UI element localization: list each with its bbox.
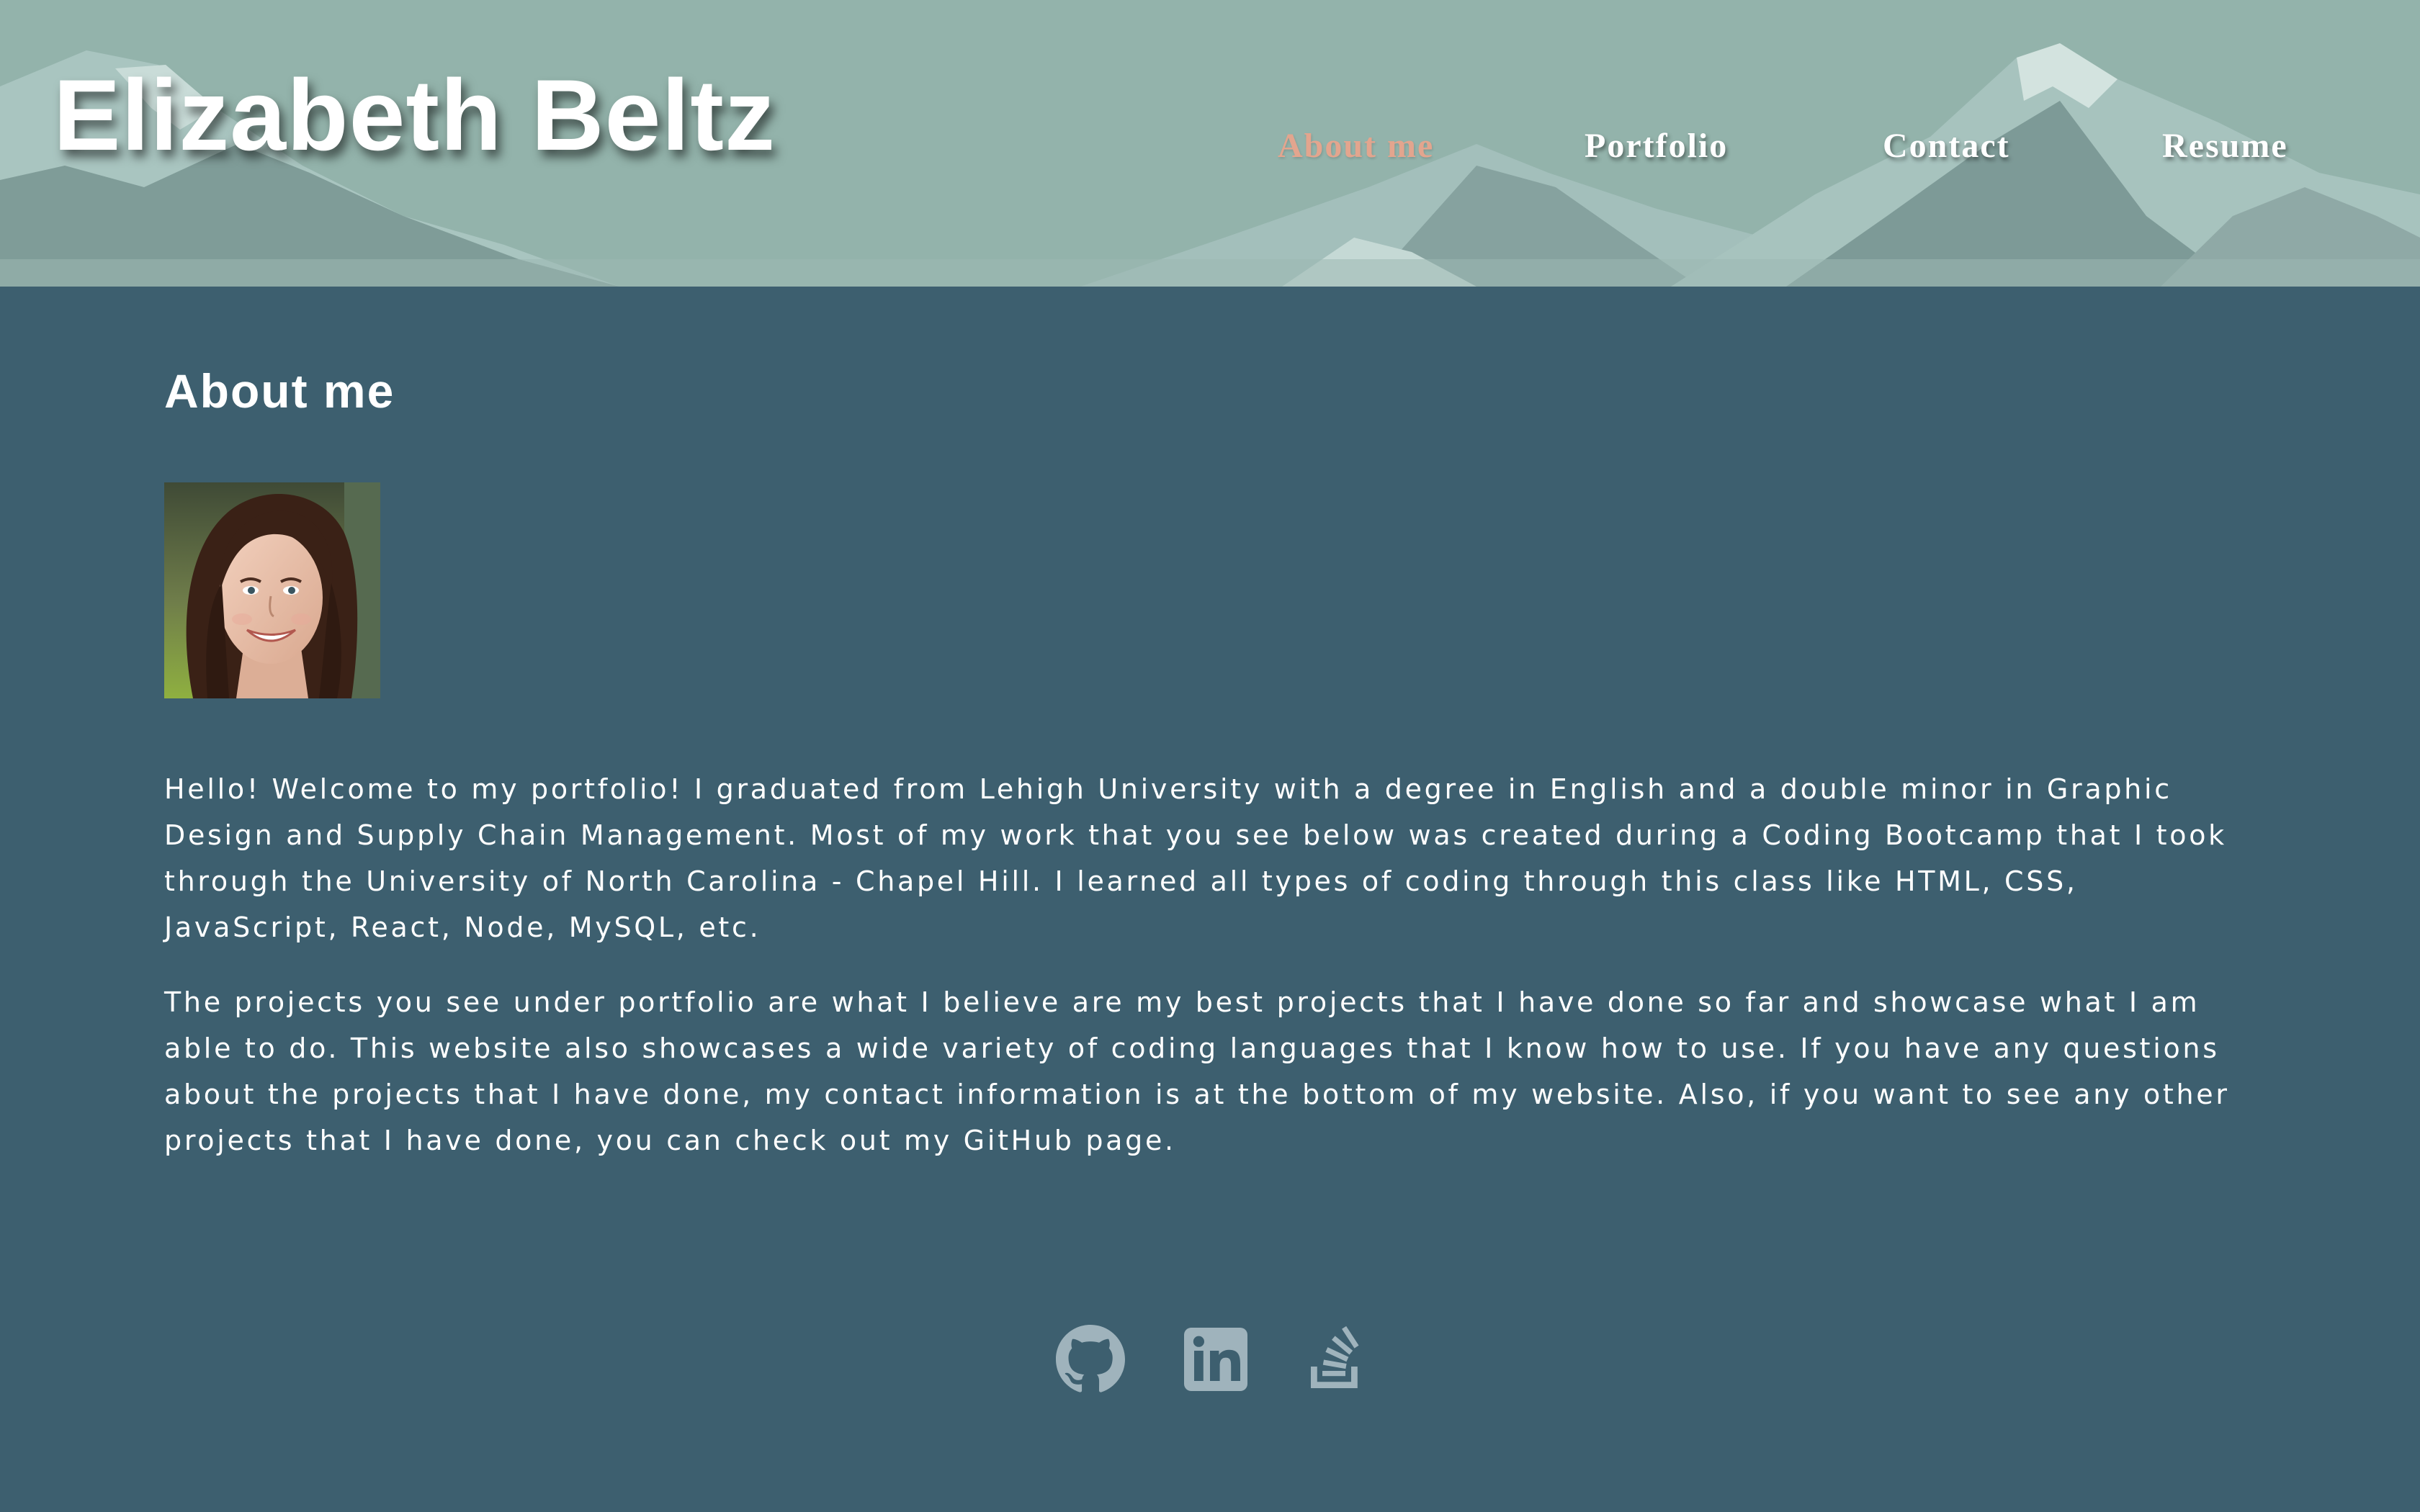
stack-overflow-icon [1311,1326,1359,1388]
nav-link-resume[interactable]: Resume [2162,121,2288,171]
github-icon [1056,1325,1125,1392]
bio-paragraph: The projects you see under portfolio are… [164,986,2230,1156]
site-header: Elizabeth Beltz About me Portfolio Conta… [0,0,2420,287]
profile-photo [164,482,380,698]
linkedin-icon [1184,1328,1247,1391]
nav-link-about-me[interactable]: About me [1278,121,1434,171]
nav-link-portfolio[interactable]: Portfolio [1585,121,1728,171]
linkedin-link[interactable] [1181,1325,1250,1394]
nav-link-contact[interactable]: Contact [1883,121,2010,171]
stack-overflow-link[interactable] [1301,1325,1370,1394]
site-title: Elizabeth Beltz [53,58,776,171]
section-title-about-me: About me [164,364,395,418]
bio-paragraph: Hello! Welcome to my portfolio! I gradua… [164,773,2227,943]
github-link[interactable] [1056,1325,1125,1394]
